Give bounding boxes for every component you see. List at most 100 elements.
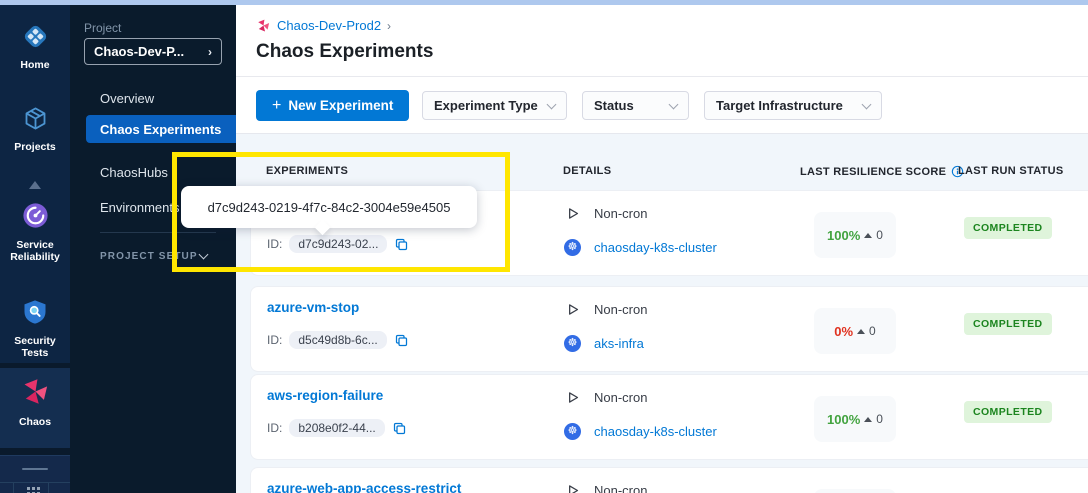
breadcrumb-separator: › xyxy=(387,19,391,33)
id-label: ID: xyxy=(267,421,282,435)
page-title: Chaos Experiments xyxy=(256,41,433,63)
infra-row: ☸ aks-infra xyxy=(564,335,644,352)
copy-icon[interactable] xyxy=(394,333,409,348)
column-header-details: DETAILS xyxy=(563,165,611,177)
sidebar-item-chaoshubs[interactable]: ChaosHubs xyxy=(100,165,168,180)
module-rail: Home Projects Service Reliability xyxy=(0,5,70,493)
security-tests-icon xyxy=(21,313,49,330)
rail-label-home: Home xyxy=(0,59,70,71)
rail-item-projects[interactable]: Projects xyxy=(0,105,70,153)
delta-value: 0 xyxy=(876,228,883,242)
rail-item-chaos[interactable]: Chaos xyxy=(0,368,70,448)
schedule-row: Non-cron xyxy=(564,205,647,222)
schedule-label: Non-cron xyxy=(594,206,647,221)
filter-experiment-type[interactable]: Experiment Type xyxy=(422,91,567,120)
play-icon xyxy=(564,205,581,222)
main-content: Chaos-Dev-Prod2 › Chaos Experiments + Ne… xyxy=(236,5,1088,493)
rail-bottom-divider xyxy=(13,483,14,493)
rail-label-projects: Projects xyxy=(0,141,70,153)
table-row[interactable]: azure-web-app-access-restrict Non-cron C… xyxy=(250,467,1088,493)
schedule-row: Non-cron xyxy=(564,389,647,406)
filter-status-label: Status xyxy=(594,98,634,113)
breadcrumb: Chaos-Dev-Prod2 › xyxy=(256,18,391,33)
rail-label-chaos: Chaos xyxy=(0,416,70,428)
delta-up-icon xyxy=(857,329,865,334)
new-experiment-button-label: New Experiment xyxy=(288,98,393,113)
rail-label-security-tests: Security Tests xyxy=(0,335,70,359)
sidebar-item-environments[interactable]: Environments xyxy=(100,200,179,215)
infra-link[interactable]: aks-infra xyxy=(594,336,644,351)
chevron-down-icon[interactable] xyxy=(199,250,209,260)
id-label: ID: xyxy=(267,237,282,251)
copy-icon[interactable] xyxy=(394,237,409,252)
play-icon xyxy=(564,389,581,406)
copy-icon[interactable] xyxy=(392,421,407,436)
resilience-score-box: 100% 0 xyxy=(814,212,896,258)
experiment-name-link[interactable]: azure-web-app-access-restrict xyxy=(267,481,461,493)
home-icon xyxy=(22,37,49,54)
resilience-score-box: 100% 0 xyxy=(814,396,896,442)
project-sidebar: Project Chaos-Dev-P... › Overview Chaos … xyxy=(70,5,236,493)
filter-target-infrastructure[interactable]: Target Infrastructure xyxy=(704,91,882,120)
status-badge: COMPLETED xyxy=(964,217,1052,239)
schedule-label: Non-cron xyxy=(594,390,647,405)
sidebar-item-overview[interactable]: Overview xyxy=(100,91,154,106)
experiment-id-pill[interactable]: b208e0f2-44... xyxy=(289,419,384,437)
play-icon xyxy=(564,301,581,318)
rail-bottom-bar xyxy=(0,482,70,493)
column-header-resilience-score: LAST RESILIENCE SCORE xyxy=(800,165,964,178)
app-grid-icon[interactable] xyxy=(27,487,30,490)
toolbar: + New Experiment Experiment Type Status … xyxy=(236,77,1088,133)
delta-value: 0 xyxy=(869,324,876,338)
filter-experiment-type-label: Experiment Type xyxy=(434,98,538,113)
rail-item-service-reliability[interactable]: Service Reliability xyxy=(0,201,70,263)
table-row[interactable]: azure-vm-stop ID: d5c49d8b-6c... xyxy=(250,286,1088,372)
breadcrumb-project-link[interactable]: Chaos-Dev-Prod2 xyxy=(277,18,381,33)
rail-item-home[interactable]: Home xyxy=(0,23,70,71)
resilience-score-value: 0% xyxy=(834,324,853,339)
service-reliability-icon xyxy=(21,217,50,234)
schedule-label: Non-cron xyxy=(594,302,647,317)
chevron-down-icon xyxy=(547,99,557,109)
experiment-id-row: ID: b208e0f2-44... xyxy=(267,419,407,437)
experiment-name-link[interactable]: aws-region-failure xyxy=(267,388,383,403)
filter-status[interactable]: Status xyxy=(582,91,689,120)
rail-label-service-reliability: Service Reliability xyxy=(0,239,70,263)
chevron-down-icon xyxy=(862,99,872,109)
table-row[interactable]: aws-region-failure ID: b208e0f2-44... xyxy=(250,374,1088,460)
rail-scroll-up-icon[interactable] xyxy=(29,181,41,189)
chaos-module-icon xyxy=(256,18,271,33)
chevron-down-icon xyxy=(669,99,679,109)
play-icon xyxy=(564,482,581,493)
kubernetes-icon: ☸ xyxy=(564,335,581,352)
id-label: ID: xyxy=(267,333,282,347)
sidebar-divider xyxy=(100,232,216,233)
new-experiment-button[interactable]: + New Experiment xyxy=(256,90,409,121)
delta-up-icon xyxy=(864,233,872,238)
chevron-right-icon: › xyxy=(208,45,212,59)
schedule-label: Non-cron xyxy=(594,483,647,493)
rail-item-security-tests[interactable]: Security Tests xyxy=(0,298,70,359)
project-selector[interactable]: Chaos-Dev-P... › xyxy=(84,38,222,65)
id-tooltip-text: d7c9d243-0219-4f7c-84c2-3004e59e4505 xyxy=(208,200,451,215)
infra-link[interactable]: chaosday-k8s-cluster xyxy=(594,240,717,255)
rail-bottom-divider xyxy=(48,483,49,493)
chaos-experiments-page: Home Projects Service Reliability xyxy=(0,0,1088,493)
project-selector-value: Chaos-Dev-P... xyxy=(94,44,184,59)
status-badge: COMPLETED xyxy=(964,313,1052,335)
chaos-icon xyxy=(20,394,51,411)
project-section-label: Project xyxy=(84,21,121,35)
resilience-score-box: 0% 0 xyxy=(814,308,896,354)
infra-link[interactable]: chaosday-k8s-cluster xyxy=(594,424,717,439)
sidebar-item-chaos-experiments[interactable]: Chaos Experiments xyxy=(86,115,236,143)
rail-resize-handle[interactable] xyxy=(0,455,70,482)
column-header-last-run-status: LAST RUN STATUS xyxy=(958,165,1064,177)
project-setup-toggle[interactable]: PROJECT SETUP xyxy=(100,251,198,262)
experiment-id-pill[interactable]: d5c49d8b-6c... xyxy=(289,331,386,349)
resilience-score-box xyxy=(814,489,896,493)
id-tooltip: d7c9d243-0219-4f7c-84c2-3004e59e4505 xyxy=(181,186,477,228)
experiment-id-pill[interactable]: d7c9d243-02... xyxy=(289,235,387,253)
experiment-name-link[interactable]: azure-vm-stop xyxy=(267,300,359,315)
status-badge: COMPLETED xyxy=(964,401,1052,423)
experiment-id-row: ID: d7c9d243-02... xyxy=(267,235,409,253)
